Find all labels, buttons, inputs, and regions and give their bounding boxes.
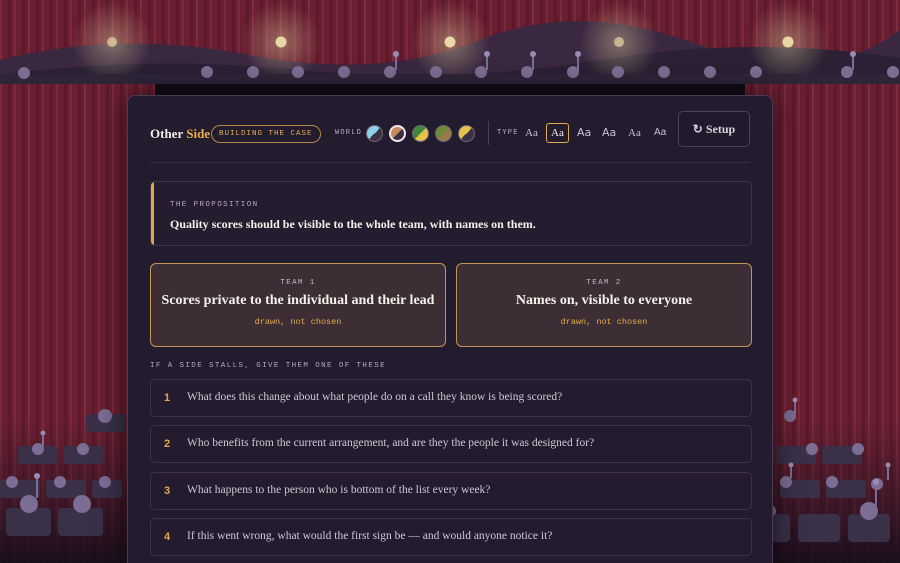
- type-option-2[interactable]: Aa: [546, 123, 569, 143]
- refresh-icon: ↻: [692, 122, 703, 136]
- type-option-3[interactable]: Aa: [572, 123, 596, 143]
- team-status: drawn, not chosen: [254, 317, 342, 327]
- prompt-number: 4: [164, 531, 171, 543]
- prompt-item[interactable]: 3 What happens to the person who is bott…: [150, 472, 752, 510]
- team-position: Scores private to the individual and the…: [161, 293, 435, 308]
- type-option-5[interactable]: Aa: [623, 123, 646, 143]
- type-label: TYPE: [497, 129, 519, 137]
- type-option-1[interactable]: Aa: [520, 123, 543, 143]
- prompt-number: 1: [164, 392, 171, 404]
- proposition-label: THE PROPOSITION: [170, 201, 259, 209]
- setup-button[interactable]: ↻ Setup: [678, 111, 750, 147]
- team-position: Names on, visible to everyone: [515, 293, 693, 308]
- prompt-item[interactable]: 4 If this went wrong, what would the fir…: [150, 518, 752, 556]
- stage-badge: BUILDING THE CASE: [211, 125, 321, 143]
- team-status: drawn, not chosen: [560, 317, 648, 327]
- team-label: TEAM 2: [586, 279, 622, 287]
- type-option-4[interactable]: Aa: [597, 123, 621, 143]
- prompt-item[interactable]: 2 Who benefits from the current arrangem…: [150, 425, 752, 463]
- team-label: TEAM 1: [280, 279, 316, 287]
- game-panel: Other Side BUILDING THE CASE WORLD TYPE …: [127, 95, 773, 563]
- team-2-card[interactable]: TEAM 2 Names on, visible to everyone dra…: [456, 263, 752, 347]
- world-swatch-gold[interactable]: [458, 125, 475, 142]
- proposition-text: Quality scores should be visible to the …: [170, 217, 536, 231]
- prompt-text: What does this change about what people …: [187, 391, 563, 403]
- prompt-text: If this went wrong, what would the first…: [187, 530, 553, 542]
- app-title: Other Side: [150, 126, 210, 142]
- world-swatch-lime-gold[interactable]: [412, 125, 429, 142]
- prompt-number: 3: [164, 485, 171, 497]
- prompt-text: Who benefits from the current arrangemen…: [187, 437, 595, 449]
- toolbar-divider: [488, 121, 489, 145]
- world-swatch-sky[interactable]: [366, 125, 383, 142]
- prompt-item[interactable]: 1 What does this change about what peopl…: [150, 379, 752, 417]
- prompt-text: What happens to the person who is bottom…: [187, 484, 491, 496]
- type-option-6[interactable]: Aa: [649, 123, 671, 143]
- prompts-heading: IF A SIDE STALLS, GIVE THEM ONE OF THESE: [150, 362, 387, 370]
- team-1-card[interactable]: TEAM 1 Scores private to the individual …: [150, 263, 446, 347]
- world-label: WORLD: [335, 129, 363, 137]
- app-title-accent: Side: [186, 126, 211, 141]
- proposition-card: THE PROPOSITION Quality scores should be…: [150, 181, 752, 246]
- app-title-prefix: Other: [150, 126, 183, 141]
- world-swatch-copper[interactable]: [389, 125, 406, 142]
- prompt-number: 2: [164, 438, 171, 450]
- top-bar: Other Side BUILDING THE CASE WORLD TYPE …: [150, 111, 750, 147]
- world-swatch-olive[interactable]: [435, 125, 452, 142]
- header-divider: [150, 162, 750, 163]
- setup-button-label: Setup: [705, 122, 736, 136]
